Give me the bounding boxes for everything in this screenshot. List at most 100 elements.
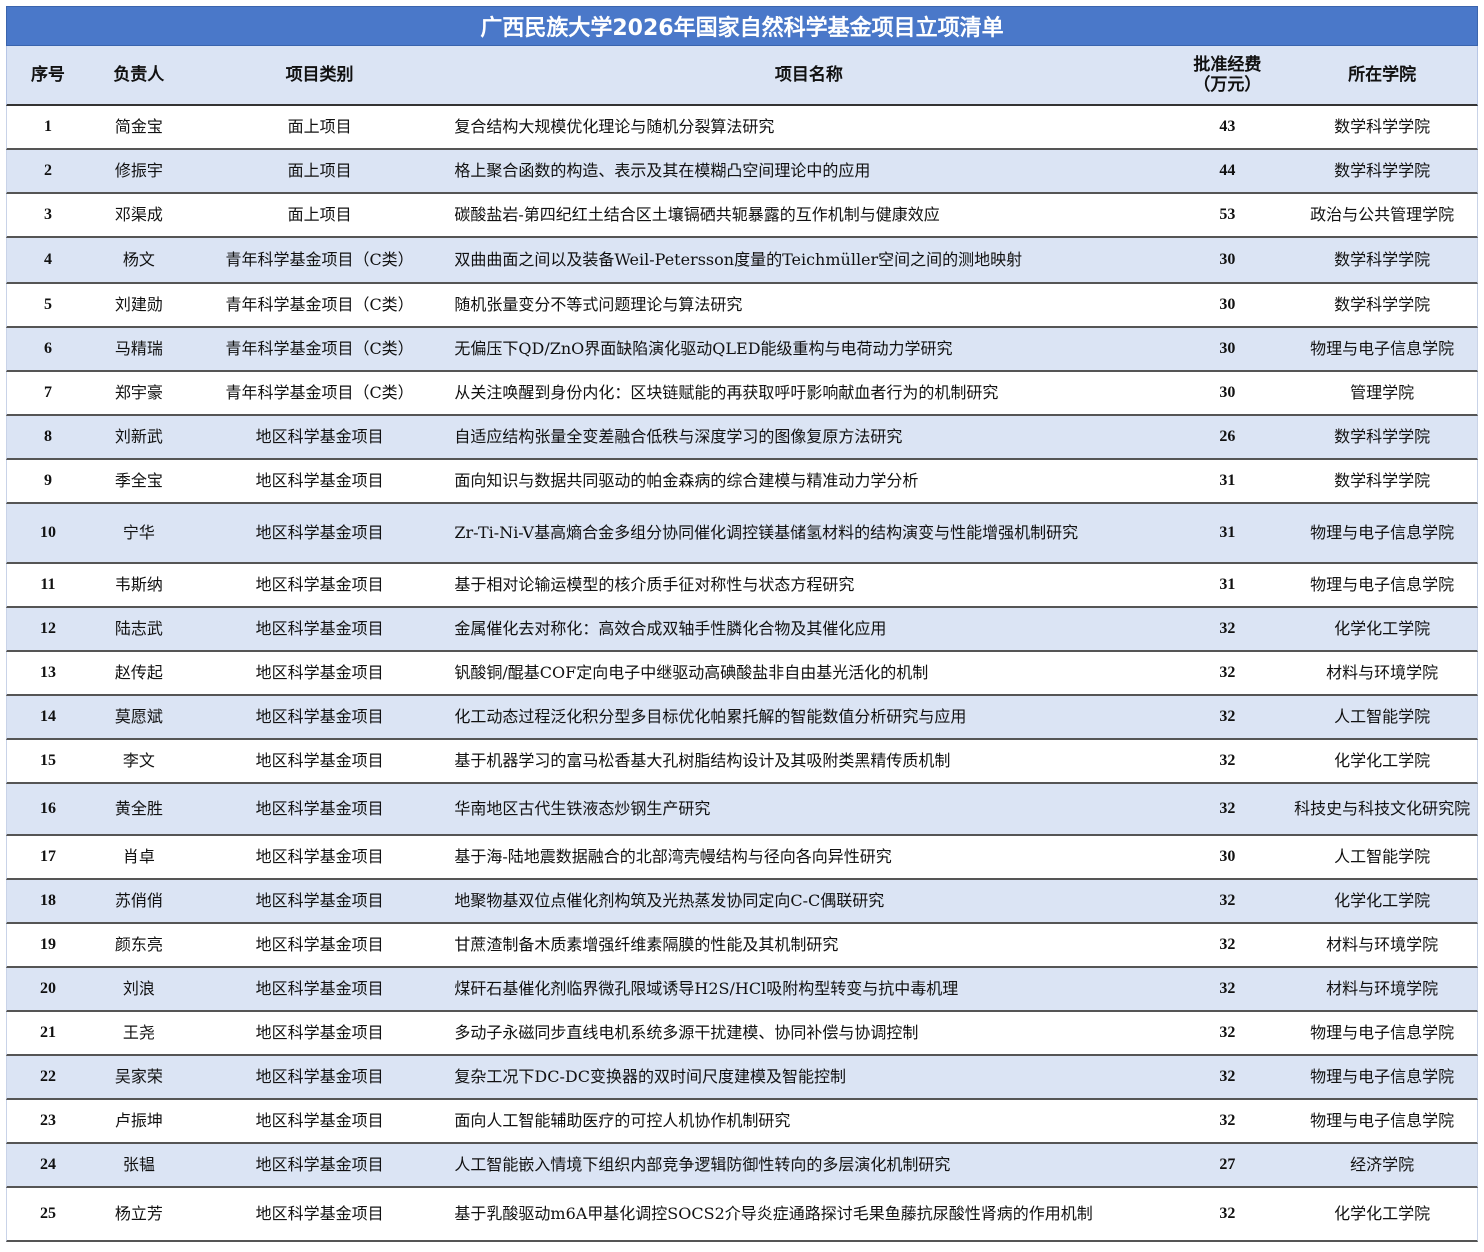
cell-project-name: 华南地区古代生铁液态炒钢生产研究 bbox=[454, 799, 711, 818]
cell-leader: 杨立芳 bbox=[114, 1204, 163, 1223]
table-row: 6 马精瑞 青年科学基金项目（C类） 无偏压下QD/ZnO界面缺陷演化驱动QLED能级… bbox=[6, 328, 1478, 372]
cell-category: 地区科学基金项目 bbox=[255, 799, 384, 818]
table-row: 19 颜东亮 地区科学基金项目 甘蔗渣制备木质素增强纤维素隔膜的性能及其机制研究 32 材… bbox=[6, 924, 1478, 968]
cell-category: 地区科学基金项目 bbox=[255, 1023, 384, 1042]
cell-college: 物理与电子信息学院 bbox=[1310, 575, 1455, 594]
cell-no: 11 bbox=[40, 576, 56, 593]
cell-college: 物理与电子信息学院 bbox=[1310, 1067, 1455, 1086]
cell-leader: 刘建勋 bbox=[114, 295, 163, 314]
cell-college: 材料与环境学院 bbox=[1326, 663, 1439, 682]
cell-college: 物理与电子信息学院 bbox=[1310, 1111, 1455, 1130]
cell-college: 数学科学学院 bbox=[1334, 427, 1431, 446]
table-row: 3 邓渠成 面上项目 碳酸盐岩-第四纪红土结合区土壤镉硒共轭暴露的互作机制与健康效应 5… bbox=[6, 194, 1478, 238]
cell-funding: 31 bbox=[1219, 472, 1236, 489]
cell-funding: 32 bbox=[1219, 980, 1236, 997]
cell-leader: 卢振坤 bbox=[114, 1111, 163, 1130]
cell-category: 青年科学基金项目（C类） bbox=[225, 295, 414, 314]
cell-funding: 32 bbox=[1219, 1205, 1236, 1222]
cell-category: 面上项目 bbox=[287, 161, 352, 180]
cell-funding: 31 bbox=[1219, 524, 1236, 541]
cell-college: 科技史与科技文化研究院 bbox=[1294, 799, 1471, 818]
cell-funding: 32 bbox=[1219, 620, 1236, 637]
cell-leader: 张韫 bbox=[122, 1155, 155, 1174]
table-row: 16 黄全胜 地区科学基金项目 华南地区古代生铁液态炒钢生产研究 32 科技史与科技文化研… bbox=[6, 784, 1478, 836]
cell-project-name: 格上聚合函数的构造、表示及其在模糊凸空间理论中的应用 bbox=[454, 161, 871, 180]
cell-category: 地区科学基金项目 bbox=[255, 427, 384, 446]
table-title: 广西民族大学2026年国家自然科学基金项目立项清单 bbox=[6, 6, 1478, 46]
table-body: 1 简金宝 面上项目 复合结构大规模优化理论与随机分裂算法研究 43 数学科学学院 2 修振宇… bbox=[6, 106, 1478, 1242]
cell-funding: 32 bbox=[1219, 1112, 1236, 1129]
cell-category: 面上项目 bbox=[287, 205, 352, 224]
cell-college: 数学科学学院 bbox=[1334, 250, 1431, 269]
cell-project-name: 面向知识与数据共同驱动的帕金森病的综合建模与精准动力学分析 bbox=[454, 471, 919, 490]
cell-category: 地区科学基金项目 bbox=[255, 707, 384, 726]
cell-leader: 王尧 bbox=[122, 1023, 155, 1042]
table-row: 10 宁华 地区科学基金项目 Zr-Ti-Ni-V基高熵合金多组分协同催化调控镁基储氢… bbox=[6, 504, 1478, 564]
cell-funding: 32 bbox=[1219, 936, 1236, 953]
cell-funding: 32 bbox=[1219, 892, 1236, 909]
cell-category: 地区科学基金项目 bbox=[255, 1111, 384, 1130]
cell-no: 19 bbox=[39, 936, 56, 953]
table-row: 24 张韫 地区科学基金项目 人工智能嵌入情境下组织内部竞争逻辑防御性转向的多层演化机… bbox=[6, 1144, 1478, 1188]
cell-college: 材料与环境学院 bbox=[1326, 979, 1439, 998]
table-row: 1 简金宝 面上项目 复合结构大规模优化理论与随机分裂算法研究 43 数学科学学院 bbox=[6, 106, 1478, 150]
header-no: 序号 bbox=[30, 65, 65, 85]
cell-no: 23 bbox=[39, 1112, 56, 1129]
cell-leader: 韦斯纳 bbox=[114, 575, 163, 594]
cell-leader: 吴家荣 bbox=[114, 1067, 163, 1086]
cell-no: 4 bbox=[43, 251, 52, 268]
cell-college: 物理与电子信息学院 bbox=[1310, 1023, 1455, 1042]
cell-project-name: 面向人工智能辅助医疗的可控人机协作机制研究 bbox=[454, 1111, 791, 1130]
cell-project-name: 双曲曲面之间以及装备Weil-Petersson度量的Teichmüller空间… bbox=[454, 250, 1023, 269]
cell-category: 面上项目 bbox=[287, 117, 352, 136]
header-funding: 批准经费 （万元） bbox=[1167, 46, 1287, 104]
cell-funding: 32 bbox=[1219, 1024, 1236, 1041]
table-row: 2 修振宇 面上项目 格上聚合函数的构造、表示及其在模糊凸空间理论中的应用 44 数学科学… bbox=[6, 150, 1478, 194]
table-row: 5 刘建勋 青年科学基金项目（C类） 随机张量变分不等式问题理论与算法研究 30 数学科学… bbox=[6, 284, 1478, 328]
cell-leader: 颜东亮 bbox=[114, 935, 163, 954]
cell-no: 6 bbox=[43, 340, 52, 357]
table-row: 11 韦斯纳 地区科学基金项目 基于相对论输运模型的核介质手征对称性与状态方程研究 31… bbox=[6, 564, 1478, 608]
table-row: 17 肖卓 地区科学基金项目 基于海-陆地震数据融合的北部湾壳幔结构与径向各向异性研究… bbox=[6, 836, 1478, 880]
cell-no: 21 bbox=[39, 1024, 56, 1041]
cell-funding: 32 bbox=[1219, 1068, 1236, 1085]
cell-category: 青年科学基金项目（C类） bbox=[225, 383, 414, 402]
cell-no: 10 bbox=[39, 524, 56, 541]
cell-funding: 32 bbox=[1219, 664, 1236, 681]
cell-project-name: 人工智能嵌入情境下组织内部竞争逻辑防御性转向的多层演化机制研究 bbox=[454, 1155, 951, 1174]
cell-no: 1 bbox=[43, 118, 52, 135]
cell-category: 地区科学基金项目 bbox=[255, 891, 384, 910]
cell-leader: 杨文 bbox=[122, 250, 155, 269]
cell-project-name: 多动子永磁同步直线电机系统多源干扰建模、协同补偿与协调控制 bbox=[454, 1023, 919, 1042]
table-row: 12 陆志武 地区科学基金项目 金属催化去对称化：高效合成双轴手性膦化合物及其催化应用… bbox=[6, 608, 1478, 652]
cell-project-name: 无偏压下QD/ZnO界面缺陷演化驱动QLED能级重构与电荷动力学研究 bbox=[454, 339, 953, 358]
cell-college: 化学化工学院 bbox=[1334, 891, 1431, 910]
table-row: 25 杨立芳 地区科学基金项目 基于乳酸驱动m6A甲基化调控SOCS2介导炎症通路探讨… bbox=[6, 1188, 1478, 1242]
cell-funding: 44 bbox=[1219, 162, 1236, 179]
cell-leader: 李文 bbox=[122, 751, 155, 770]
cell-no: 12 bbox=[39, 620, 56, 637]
cell-category: 地区科学基金项目 bbox=[255, 575, 384, 594]
cell-project-name: 复合结构大规模优化理论与随机分裂算法研究 bbox=[454, 117, 775, 136]
cell-leader: 郑宇豪 bbox=[114, 383, 163, 402]
cell-project-name: 基于相对论输运模型的核介质手征对称性与状态方程研究 bbox=[454, 575, 855, 594]
table-row: 14 莫愿斌 地区科学基金项目 化工动态过程泛化积分型多目标优化帕累托解的智能数值分析… bbox=[6, 696, 1478, 740]
cell-no: 22 bbox=[39, 1068, 56, 1085]
cell-project-name: 随机张量变分不等式问题理论与算法研究 bbox=[454, 295, 743, 314]
cell-leader: 刘新武 bbox=[114, 427, 163, 446]
cell-college: 化学化工学院 bbox=[1334, 619, 1431, 638]
cell-college: 人工智能学院 bbox=[1334, 707, 1431, 726]
cell-category: 青年科学基金项目（C类） bbox=[225, 250, 414, 269]
cell-category: 地区科学基金项目 bbox=[255, 523, 384, 542]
table-row: 8 刘新武 地区科学基金项目 自适应结构张量全变差融合低秩与深度学习的图像复原方法研究… bbox=[6, 416, 1478, 460]
cell-college: 化学化工学院 bbox=[1334, 1204, 1431, 1223]
cell-category: 地区科学基金项目 bbox=[255, 1155, 384, 1174]
cell-college: 化学化工学院 bbox=[1334, 751, 1431, 770]
cell-leader: 修振宇 bbox=[114, 161, 163, 180]
cell-leader: 黄全胜 bbox=[114, 799, 163, 818]
cell-college: 政治与公共管理学院 bbox=[1310, 205, 1455, 224]
table-row: 23 卢振坤 地区科学基金项目 面向人工智能辅助医疗的可控人机协作机制研究 32 物理与电… bbox=[6, 1100, 1478, 1144]
cell-category: 地区科学基金项目 bbox=[255, 1204, 384, 1223]
cell-no: 18 bbox=[39, 892, 56, 909]
cell-no: 8 bbox=[43, 428, 52, 445]
